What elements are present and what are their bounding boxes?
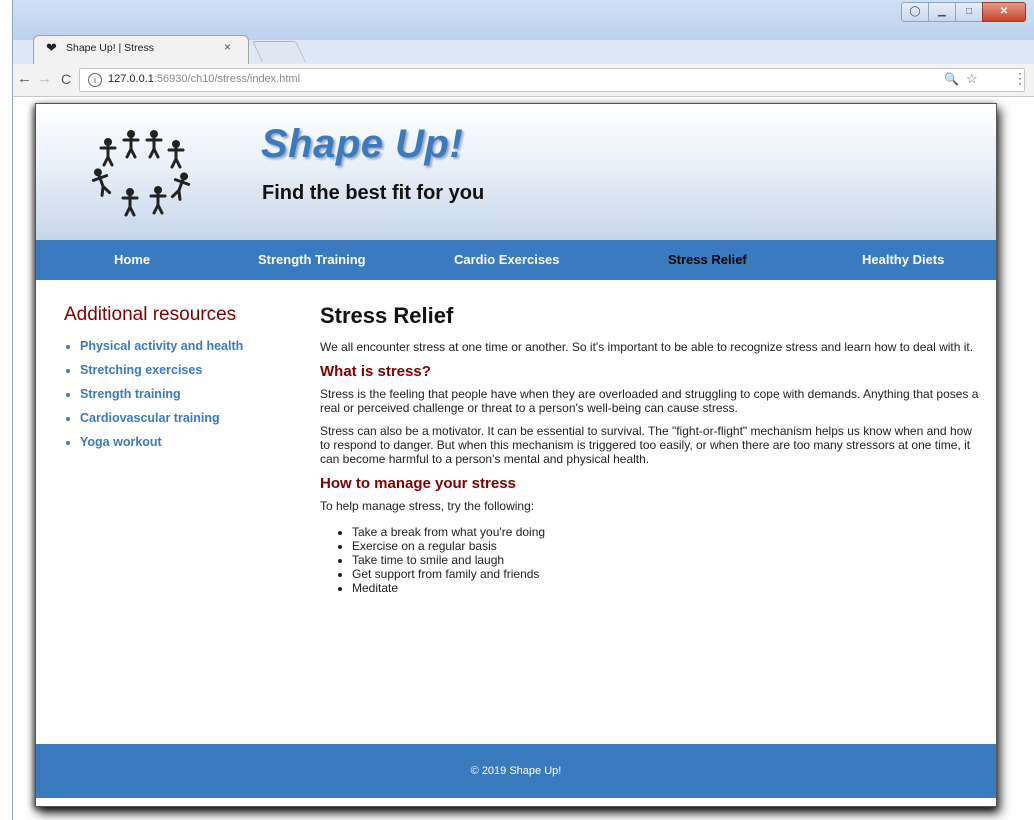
footer-copyright: © 2019 Shape Up! — [470, 765, 562, 777]
user-icon[interactable]: ◯ — [901, 2, 929, 22]
info-icon[interactable]: i — [88, 73, 102, 87]
resource-item: Strength training — [80, 382, 304, 406]
sidebar: Additional resources Physical activity a… — [64, 304, 304, 454]
main-nav: Home Strength Training Cardio Exercises … — [36, 240, 996, 280]
close-tab-icon[interactable]: × — [224, 40, 231, 54]
tab-title: Shape Up! | Stress — [66, 42, 154, 54]
bookmark-star-icon[interactable]: ☆ — [966, 71, 978, 87]
tip-item: Take a break from what you're doing — [352, 525, 980, 539]
tip-item: Get support from family and friends — [352, 567, 980, 581]
new-tab-button[interactable] — [252, 41, 306, 62]
web-page: Shape Up! Find the best fit for you Home… — [35, 103, 997, 807]
resource-link[interactable]: Strength training — [80, 387, 181, 401]
article-paragraph: Stress can also be a motivator. It can b… — [320, 424, 972, 466]
menu-icon[interactable]: ⋮ — [1013, 70, 1027, 87]
resource-link[interactable]: Stretching exercises — [80, 363, 202, 377]
maximize-button[interactable]: □ — [955, 2, 983, 22]
tab-strip: ❤ Shape Up! | Stress × ◯ ▁ □ ✕ — [13, 0, 1034, 64]
article-paragraph: Stress is the feeling that people have w… — [320, 387, 979, 415]
resource-list: Physical activity and health Stretching … — [64, 334, 304, 454]
minimize-button[interactable]: ▁ — [928, 2, 956, 22]
tips-list: Take a break from what you're doing Exer… — [320, 525, 980, 595]
logo-icon — [91, 130, 191, 217]
page-viewport: Shape Up! Find the best fit for you Home… — [13, 97, 1034, 820]
main-content: Additional resources Physical activity a… — [36, 280, 996, 740]
resource-link[interactable]: Cardiovascular training — [80, 411, 220, 425]
nav-link-home[interactable]: Home — [114, 252, 150, 267]
site-subtitle: Find the best fit for you — [262, 182, 485, 204]
nav-link-strength-training[interactable]: Strength Training — [258, 252, 366, 267]
resource-item: Stretching exercises — [80, 358, 304, 382]
tip-item: Meditate — [352, 581, 980, 595]
site-header: Shape Up! Find the best fit for you — [36, 104, 996, 240]
section-heading-what-is-stress: What is stress? — [320, 363, 431, 380]
window-controls: ◯ ▁ □ ✕ — [901, 2, 1034, 22]
browser-toolbar: ← → C i 127.0.0.1:56930/ch10/stress/inde… — [13, 64, 1034, 97]
browser-tab[interactable]: ❤ Shape Up! | Stress × — [33, 35, 249, 64]
resource-item: Cardiovascular training — [80, 406, 304, 430]
nav-link-healthy-diets[interactable]: Healthy Diets — [862, 252, 944, 267]
article-paragraph: To help manage stress, try the following… — [320, 499, 535, 513]
heart-icon: ❤ — [46, 40, 57, 55]
resource-item: Physical activity and health — [80, 334, 304, 358]
site-footer: © 2019 Shape Up! — [36, 744, 996, 798]
resource-link[interactable]: Yoga workout — [80, 435, 162, 449]
section-heading-manage-stress: How to manage your stress — [320, 475, 516, 492]
address-bar[interactable]: i 127.0.0.1:56930/ch10/stress/index.html… — [79, 68, 1025, 92]
tip-item: Exercise on a regular basis — [352, 539, 980, 553]
tip-item: Take time to smile and laugh — [352, 553, 980, 567]
resource-item: Yoga workout — [80, 430, 304, 454]
url-path: :56930/ch10/stress/index.html — [153, 73, 301, 85]
nav-link-stress-relief[interactable]: Stress Relief — [668, 252, 747, 267]
resource-link[interactable]: Physical activity and health — [80, 339, 243, 353]
url-text[interactable]: 127.0.0.1:56930/ch10/stress/index.html — [108, 73, 300, 85]
back-icon[interactable]: ← — [17, 70, 32, 87]
article: Stress Relief We all encounter stress at… — [320, 302, 980, 595]
url-host: 127.0.0.1 — [108, 73, 154, 85]
site-title: Shape Up! — [261, 122, 464, 166]
article-title: Stress Relief — [320, 303, 454, 328]
close-window-button[interactable]: ✕ — [982, 2, 1026, 22]
browser-window: ❤ Shape Up! | Stress × ◯ ▁ □ ✕ ← → C i 1… — [12, 0, 1034, 820]
sidebar-heading: Additional resources — [64, 304, 237, 325]
nav-link-cardio-exercises[interactable]: Cardio Exercises — [454, 252, 560, 267]
article-intro: We all encounter stress at one time or a… — [320, 340, 974, 354]
forward-icon[interactable]: → — [37, 70, 52, 87]
reload-icon[interactable]: C — [61, 71, 71, 87]
zoom-icon[interactable]: 🔍 — [944, 72, 959, 86]
